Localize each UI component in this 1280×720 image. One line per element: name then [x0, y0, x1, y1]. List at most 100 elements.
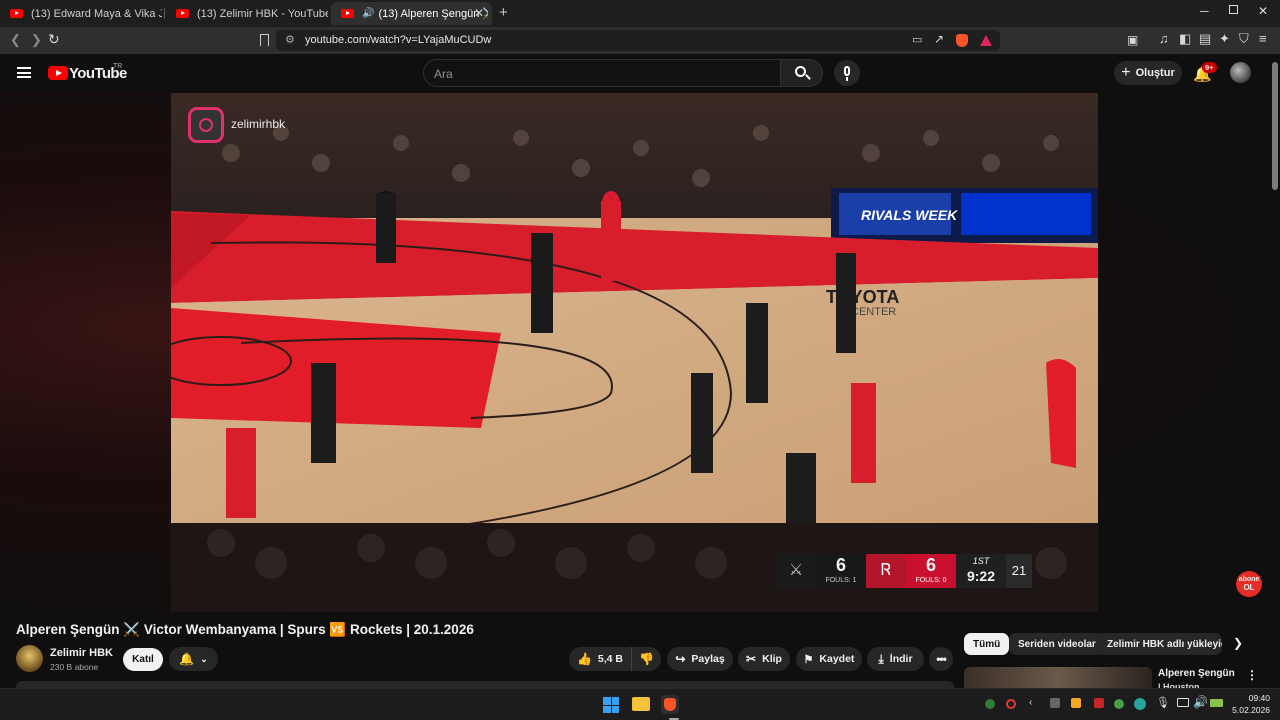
search-input[interactable]: Ara [423, 59, 781, 87]
network-icon[interactable] [1177, 698, 1189, 707]
url-bar[interactable]: ⚙ youtube.com/watch?v=LYajaMuCUDw ▭ ↗ [276, 30, 1000, 51]
browser-tab-bar: (13) Edward Maya & Vika Jigulina - S (13… [0, 0, 1280, 27]
tray-app-icon[interactable] [1050, 698, 1060, 708]
forward-icon[interactable]: ❯ [31, 33, 42, 47]
tray-app-icon[interactable] [1071, 698, 1081, 708]
chip-series[interactable]: Seriden videolar [1009, 633, 1105, 655]
next-video-menu-icon[interactable]: ⋮ [1246, 668, 1258, 682]
game-clock-box: 1ST 9:22 [956, 554, 1006, 588]
chip-all[interactable]: Tümü [964, 633, 1010, 655]
site-info-icon[interactable]: ⚙ [285, 33, 295, 47]
channel-name[interactable]: Zelimir HBK [50, 647, 113, 659]
account-avatar[interactable] [1230, 62, 1251, 83]
download-button[interactable]: ⤓ İndir [867, 647, 924, 671]
save-button[interactable]: ⚑ Kaydet [796, 647, 862, 671]
subscribe-badge-bottom: OL [1243, 583, 1255, 592]
brave-browser-icon [664, 698, 676, 711]
browser-tab-2[interactable]: (13) Zelimir HBK - YouTube [166, 2, 328, 25]
youtube-logo-icon[interactable] [48, 66, 68, 80]
menu-icon[interactable]: ≡ [1259, 32, 1267, 46]
tray-app-icon[interactable] [1114, 699, 1124, 709]
download-label: İndir [889, 653, 913, 665]
spurs-fouls: FOULS: 1 [825, 577, 857, 584]
rockets-score-box: 6 FOULS: 0 [906, 554, 956, 588]
plus-icon: + [1121, 64, 1131, 81]
url-text: youtube.com/watch?v=LYajaMuCUDw [305, 34, 492, 46]
save-icon: ⚑ [803, 653, 814, 666]
tray-app-icon[interactable] [1134, 698, 1146, 710]
browser-tab-3-active[interactable]: 🔊 (13) Alperen Şengün ⚔️ Victo ✕ [331, 2, 492, 25]
dislike-button[interactable]: 👎 [631, 647, 661, 671]
cast-icon[interactable]: ▭ [912, 33, 922, 47]
address-toolbar: ❮ ❯ ↻ ⚙ youtube.com/watch?v=LYajaMuCUDw … [0, 27, 1280, 54]
bookmark-icon[interactable] [260, 34, 269, 46]
microphone-icon [844, 66, 850, 76]
chevron-down-icon: ⌄ [200, 653, 208, 664]
brave-shields-icon[interactable] [956, 34, 968, 47]
rockets-fouls: FOULS: 0 [915, 577, 947, 584]
volume-icon[interactable]: 🔊 [1193, 695, 1208, 709]
bell-icon: 🔔 [179, 652, 195, 666]
channel-avatar[interactable] [16, 645, 43, 672]
clip-button[interactable]: ✂ Klip [738, 647, 790, 671]
file-explorer-icon[interactable] [632, 697, 650, 711]
speaker-icon[interactable]: 🔊 [362, 8, 374, 19]
watermark-handle: zelimirhbk [231, 117, 286, 131]
close-tab-icon[interactable]: ✕ [474, 6, 484, 20]
create-button[interactable]: + Oluştur [1114, 61, 1182, 85]
chip-uploader[interactable]: Zelimir HBK adlı yükleyicid [1098, 633, 1222, 655]
guide-menu-icon[interactable] [17, 67, 31, 78]
browser-tab-1[interactable]: (13) Edward Maya & Vika Jigulina - S [0, 2, 162, 25]
back-icon[interactable]: ❮ [10, 33, 21, 47]
tray-app-icon[interactable] [1094, 698, 1104, 708]
tab-search-icon[interactable]: ▣ [1127, 33, 1138, 47]
windows-taskbar: ‹ 🎙 🔊 09:40 5.02.2026 [0, 688, 1280, 720]
restore-icon[interactable] [1229, 5, 1238, 14]
voice-search-button[interactable] [834, 60, 860, 86]
sidebar-icon[interactable]: ◧ [1179, 32, 1191, 46]
tab-divider [164, 8, 165, 19]
video-frame: RIVALS WEEK TOYOTA CENTER [171, 93, 1098, 612]
brave-rewards-icon[interactable] [980, 35, 992, 46]
subscribe-badge[interactable]: abone OL [1236, 571, 1262, 597]
next-video-title[interactable]: Alperen Şengün [1158, 668, 1235, 679]
tray-app-icon[interactable] [985, 699, 995, 709]
join-button[interactable]: Katıl [123, 648, 163, 671]
tray-back-icon[interactable]: ‹ [1029, 697, 1032, 708]
instagram-icon [188, 107, 224, 143]
clock-date[interactable]: 5.02.2026 [1220, 705, 1270, 715]
more-actions-button[interactable]: ••• [929, 647, 953, 671]
tab-label: (13) Zelimir HBK - YouTube [197, 7, 328, 20]
windows-start-icon[interactable] [603, 697, 619, 713]
save-label: Kaydet [819, 653, 855, 665]
share-page-icon[interactable]: ↗ [934, 32, 944, 46]
wallet-icon[interactable]: ▤ [1199, 32, 1211, 46]
share-button[interactable]: ↪ Paylaş [667, 647, 733, 671]
next-video-thumbnail[interactable] [964, 667, 1152, 688]
leo-ai-icon[interactable]: ✦ [1219, 32, 1230, 46]
video-player[interactable]: RIVALS WEEK TOYOTA CENTER zelimirhbk ⚔ 6… [171, 93, 1098, 612]
search-button[interactable] [781, 59, 823, 87]
new-tab-icon[interactable]: + [499, 4, 508, 21]
scrollbar-thumb[interactable] [1272, 62, 1278, 190]
window-close-icon[interactable]: ✕ [1258, 4, 1268, 18]
reload-icon[interactable]: ↻ [48, 32, 60, 46]
chevron-right-icon[interactable]: ❯ [1233, 636, 1243, 650]
more-horizontal-icon: ••• [936, 652, 947, 666]
media-icon[interactable]: ♫ [1159, 32, 1169, 46]
create-label: Oluştur [1135, 67, 1175, 79]
thumbs-up-icon: 👍 [576, 652, 592, 666]
minimize-icon[interactable]: ─ [1200, 4, 1209, 18]
clock-time[interactable]: 09:40 [1230, 693, 1270, 703]
scoreboard: ⚔ 6 FOULS: 1 Ꮢ 6 FOULS: 0 1ST 9:22 21 [776, 554, 1032, 588]
vpn-icon[interactable]: ⛉ [1239, 32, 1249, 46]
like-button[interactable]: 👍 5,4 B [569, 647, 631, 671]
microphone-tray-icon[interactable]: 🎙 [1156, 696, 1170, 709]
brave-taskbar-button[interactable] [661, 695, 679, 714]
region-code: TR [113, 63, 123, 70]
notification-badge: 9+ [1202, 62, 1217, 73]
shot-clock: 21 [1006, 554, 1032, 588]
description-box[interactable] [16, 681, 954, 688]
subscription-bell-button[interactable]: 🔔 ⌄ [169, 647, 218, 671]
tray-app-icon[interactable] [1006, 699, 1016, 709]
